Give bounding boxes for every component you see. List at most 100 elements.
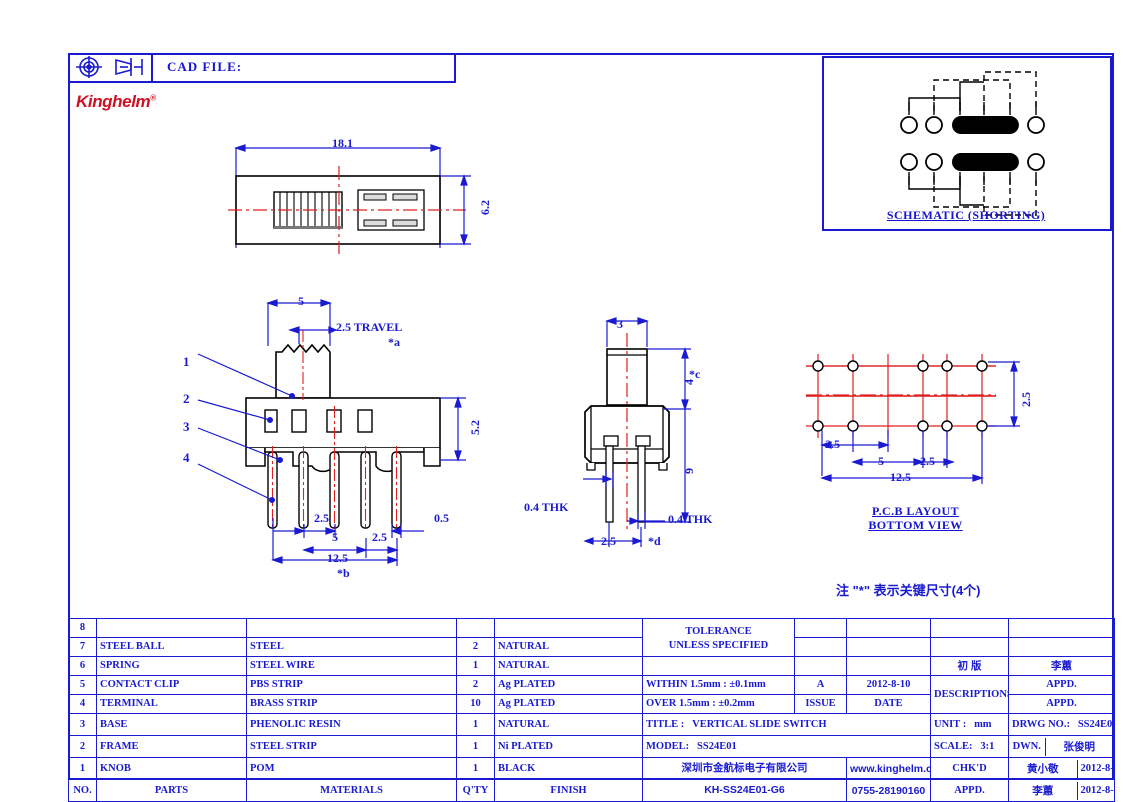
pcb-title-line1: P.C.B LAYOUT — [872, 504, 959, 518]
bom-header-qty: Q'TY — [456, 779, 495, 802]
drwg-value: SS24E01 — [1077, 718, 1115, 730]
bom-part-3: BASE — [96, 713, 247, 736]
bom-finish-7: NATURAL — [494, 637, 643, 657]
revision-description-cn: 初 版 — [930, 656, 1009, 676]
unit-cell: UNIT : mm — [930, 713, 1009, 736]
pcb-row-pitch-dimension — [988, 360, 1020, 428]
side-knob-height-key: *c — [689, 367, 701, 381]
signoff-date-appd: 2012-8-10 — [1080, 784, 1114, 796]
revision-appd-cn: 李蕙 — [1008, 656, 1115, 676]
bom-no-8: 8 — [68, 618, 97, 638]
revision-appd-label: APPD. — [1008, 675, 1115, 695]
drawing-sheet: CAD FILE: Kinghelm® SCHEMATIC (SHORTING)… — [0, 0, 1123, 802]
front-view-drawing — [197, 299, 466, 566]
bom-finish-5: Ag PLATED — [494, 675, 643, 695]
appd-role-holder: APPD. — [930, 779, 1009, 802]
table-row: 7 STEEL BALL STEEL 2 NATURAL — [68, 637, 1115, 657]
front-pin-width-label: 0.5 — [434, 511, 449, 525]
bom-part-5: CONTACT CLIP — [96, 675, 247, 695]
signoff-chkd-cell: 黄小敬 2012-8-10 — [1008, 757, 1115, 780]
pcb-title-line2: BOTTOM VIEW — [868, 518, 963, 532]
issue-blank-2 — [794, 637, 847, 657]
schematic-solid-links — [908, 81, 984, 206]
callout-4: 4 — [183, 450, 190, 465]
pcb-dim-b — [851, 430, 955, 468]
issue-value: A — [794, 675, 847, 695]
bom-part-4: TERMINAL — [96, 694, 247, 714]
top-view-drawing — [228, 144, 471, 254]
scale-cell: SCALE: 3:1 — [930, 735, 1009, 758]
pcb-layout-drawing — [806, 354, 1020, 484]
pcb-dim-total-label: 12.5 — [890, 470, 911, 484]
issue-blank-1 — [794, 618, 847, 638]
date-label: DATE — [846, 694, 931, 714]
front-span-label: 5 — [332, 530, 338, 544]
front-overall-key: *b — [337, 566, 350, 580]
rev-blank-1 — [930, 618, 1009, 638]
signoff-date-chkd: 2012-8-10 — [1080, 762, 1114, 774]
pcb-layout-title: P.C.B LAYOUT BOTTOM VIEW — [838, 504, 993, 532]
signoff-role-dwn: DWN. — [1009, 737, 1046, 756]
bom-finish-6: NATURAL — [494, 656, 643, 676]
bom-part-1: KNOB — [96, 757, 247, 780]
unit-label: UNIT : — [934, 718, 967, 730]
bom-material-7: STEEL — [246, 637, 457, 657]
bom-part-6: SPRING — [96, 656, 247, 676]
bom-qty-2: 1 — [456, 735, 495, 758]
scale-value: 3:1 — [980, 740, 995, 752]
bom-material-1: POM — [246, 757, 457, 780]
schematic-title: SCHEMATIC (SHORTING) — [886, 208, 1046, 222]
bom-qty-5: 2 — [456, 675, 495, 695]
projection-symbol-cell — [68, 53, 153, 83]
part-number: KH-SS24E01-G6 — [642, 779, 847, 802]
chkd-role-holder: CHK'D — [930, 757, 1009, 780]
table-row: 6 SPRING STEEL WIRE 1 NATURAL 初 版 李蕙 — [68, 656, 1115, 676]
bom-qty-1: 1 — [456, 757, 495, 780]
issue-label: ISSUE — [794, 694, 847, 714]
bom-qty-6: 1 — [456, 656, 495, 676]
signoff-appd-cell: 李蕙 2012-8-10 — [1008, 779, 1115, 802]
table-row: 3 BASE PHENOLIC RESIN 1 NATURAL TITLE : … — [68, 713, 1115, 736]
side-thk-right-dimension — [627, 513, 665, 529]
schematic-dashed-links — [933, 71, 1037, 216]
drwg-no-cell: DRWG NO.: SS24E01 — [1008, 713, 1115, 736]
pcb-dim-a-label: 2.5 — [825, 437, 840, 451]
bom-material-3: PHENOLIC RESIN — [246, 713, 457, 736]
bom-finish-3: NATURAL — [494, 713, 643, 736]
title-block: 8 TOLERANCE UNLESS SPECIFIED 7 STEEL BAL… — [68, 618, 1115, 802]
brand-name: Kinghelm — [76, 92, 151, 111]
side-thk-right-label: 0.4 THK — [668, 512, 713, 526]
cad-file-cell: CAD FILE: — [153, 53, 456, 83]
bom-finish-8 — [494, 618, 643, 638]
pcb-centerlines — [806, 365, 996, 397]
brand-logo: Kinghelm® — [76, 92, 156, 112]
front-pitch-label-2: 2.5 — [372, 530, 387, 544]
bom-no-6: 6 — [68, 656, 97, 676]
side-pin-pitch-label: 2.5 — [601, 534, 616, 548]
front-body-height-label: 5.2 — [468, 420, 482, 435]
front-knob-width-label: 5 — [298, 294, 304, 308]
bom-header-no: NO. — [68, 779, 97, 802]
drawing-title-cell: TITLE : VERTICAL SLIDE SWITCH — [642, 713, 931, 736]
tolerance-blank — [642, 656, 795, 676]
bom-material-6: STEEL WIRE — [246, 656, 457, 676]
bom-qty-4: 10 — [456, 694, 495, 714]
bom-no-3: 3 — [68, 713, 97, 736]
bom-part-2: FRAME — [96, 735, 247, 758]
model-label: MODEL: — [646, 741, 690, 752]
schematic-diagram — [900, 71, 1045, 216]
side-total-height-label: 9 — [682, 468, 696, 474]
bom-part-8 — [96, 618, 247, 638]
appd-label-bottom: APPD. — [1008, 694, 1115, 714]
signoff-name-appd: 李蕙 — [1009, 781, 1078, 800]
callout-3: 3 — [183, 419, 190, 434]
bom-material-8 — [246, 618, 457, 638]
bom-header-finish: FINISH — [494, 779, 643, 802]
revision-description-label: DESCRIPTIONS OF REVISION — [930, 675, 1009, 714]
appd-blank-1 — [1008, 618, 1115, 638]
bom-qty-3: 1 — [456, 713, 495, 736]
front-overall-label: 12.5 — [327, 551, 348, 565]
schematic-panel — [822, 56, 1112, 231]
schematic-terminal-stems — [908, 102, 1037, 185]
pcb-dim-c-label: 2.5 — [920, 454, 935, 468]
